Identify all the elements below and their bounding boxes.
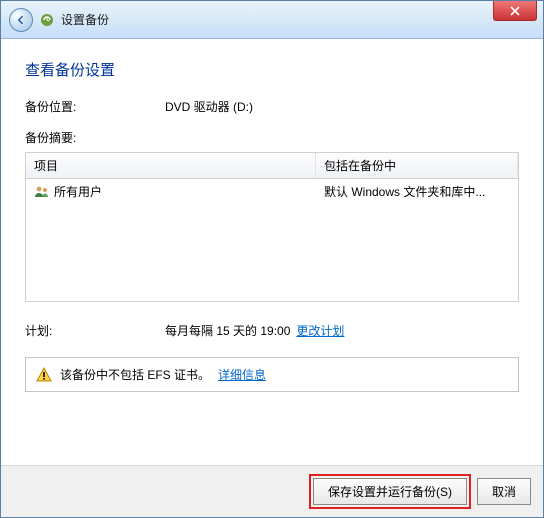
title-bar: 设置备份 bbox=[1, 1, 543, 39]
change-schedule-link[interactable]: 更改计划 bbox=[296, 322, 344, 339]
footer: 保存设置并运行备份(S) 取消 bbox=[1, 465, 543, 517]
content-area: 查看备份设置 备份位置: DVD 驱动器 (D:) 备份摘要: 项目 包括在备份… bbox=[1, 39, 543, 465]
backup-settings-window: 设置备份 查看备份设置 备份位置: DVD 驱动器 (D:) 备份摘要: 项目 … bbox=[0, 0, 544, 518]
close-icon bbox=[510, 6, 520, 16]
table-header: 项目 包括在备份中 bbox=[26, 153, 518, 179]
warning-detail-link[interactable]: 详细信息 bbox=[218, 366, 266, 383]
back-button[interactable] bbox=[9, 8, 33, 32]
summary-table: 项目 包括在备份中 所有用户 默认 Windows 文件夹和库中... bbox=[25, 152, 519, 302]
cancel-button[interactable]: 取消 bbox=[477, 478, 531, 505]
warning-text: 该备份中不包括 EFS 证书。 bbox=[60, 366, 210, 383]
schedule-row: 计划: 每月每隔 15 天的 19:00 更改计划 bbox=[25, 322, 519, 339]
row-name: 所有用户 bbox=[54, 183, 102, 200]
warning-box: 该备份中不包括 EFS 证书。 详细信息 bbox=[25, 357, 519, 392]
column-item[interactable]: 项目 bbox=[26, 153, 316, 178]
back-arrow-icon bbox=[15, 14, 27, 26]
cell-item: 所有用户 bbox=[26, 179, 316, 204]
location-label: 备份位置: bbox=[25, 98, 165, 115]
page-heading: 查看备份设置 bbox=[25, 59, 519, 80]
column-included[interactable]: 包括在备份中 bbox=[316, 153, 518, 178]
summary-label-row: 备份摘要: bbox=[25, 129, 519, 146]
save-run-backup-button[interactable]: 保存设置并运行备份(S) bbox=[313, 478, 467, 505]
row-included: 默认 Windows 文件夹和库中... bbox=[324, 183, 485, 200]
users-icon bbox=[34, 184, 50, 200]
table-row[interactable]: 所有用户 默认 Windows 文件夹和库中... bbox=[26, 179, 518, 204]
table-body: 所有用户 默认 Windows 文件夹和库中... bbox=[26, 179, 518, 301]
close-button[interactable] bbox=[493, 1, 537, 21]
window-controls bbox=[493, 1, 537, 21]
schedule-value: 每月每隔 15 天的 19:00 bbox=[165, 322, 290, 339]
summary-label: 备份摘要: bbox=[25, 129, 165, 146]
warning-icon bbox=[36, 367, 52, 383]
schedule-label: 计划: bbox=[25, 322, 165, 339]
backup-app-icon bbox=[39, 12, 55, 28]
backup-location-row: 备份位置: DVD 驱动器 (D:) bbox=[25, 98, 519, 115]
location-value: DVD 驱动器 (D:) bbox=[165, 98, 253, 115]
cell-included: 默认 Windows 文件夹和库中... bbox=[316, 179, 518, 204]
window-title: 设置备份 bbox=[61, 11, 109, 28]
